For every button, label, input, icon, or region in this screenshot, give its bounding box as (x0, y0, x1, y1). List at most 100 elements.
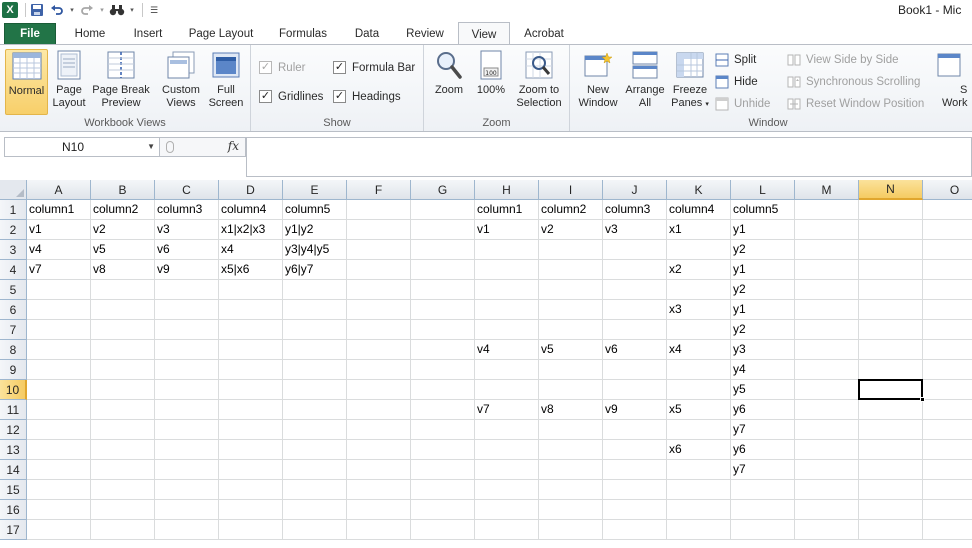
cell-l7[interactable]: y2 (731, 320, 795, 340)
tab-home[interactable]: Home (66, 23, 114, 45)
cell-m1[interactable] (795, 200, 859, 220)
column-header-o[interactable]: O (923, 180, 972, 200)
cell-n15[interactable] (859, 480, 923, 500)
cell-a13[interactable] (27, 440, 91, 460)
cell-b13[interactable] (91, 440, 155, 460)
column-header-h[interactable]: H (475, 180, 539, 200)
cell-i12[interactable] (539, 420, 603, 440)
hide-button[interactable]: Hide (715, 75, 758, 89)
cell-c1[interactable]: column3 (155, 200, 219, 220)
cell-f17[interactable] (347, 520, 411, 540)
cell-d11[interactable] (219, 400, 283, 420)
cell-n14[interactable] (859, 460, 923, 480)
cell-c14[interactable] (155, 460, 219, 480)
cell-a4[interactable]: v7 (27, 260, 91, 280)
cell-n5[interactable] (859, 280, 923, 300)
cell-i9[interactable] (539, 360, 603, 380)
cell-c9[interactable] (155, 360, 219, 380)
cell-f14[interactable] (347, 460, 411, 480)
full-screen-button[interactable]: Full Screen (206, 49, 246, 110)
cell-k13[interactable]: x6 (667, 440, 731, 460)
tab-data[interactable]: Data (344, 23, 390, 45)
cell-h15[interactable] (475, 480, 539, 500)
cell-i17[interactable] (539, 520, 603, 540)
cell-n2[interactable] (859, 220, 923, 240)
cell-a17[interactable] (27, 520, 91, 540)
cell-f15[interactable] (347, 480, 411, 500)
cell-d6[interactable] (219, 300, 283, 320)
tab-page-layout[interactable]: Page Layout (182, 23, 260, 45)
cell-f9[interactable] (347, 360, 411, 380)
cell-f2[interactable] (347, 220, 411, 240)
ruler-checkbox[interactable]: ✓ Ruler (259, 61, 305, 74)
cell-o16[interactable] (923, 500, 972, 520)
cell-k12[interactable] (667, 420, 731, 440)
cell-a14[interactable] (27, 460, 91, 480)
cell-a7[interactable] (27, 320, 91, 340)
binoculars-dropdown-icon[interactable]: ▾ (129, 2, 135, 18)
cell-l15[interactable] (731, 480, 795, 500)
cell-b17[interactable] (91, 520, 155, 540)
cell-l6[interactable]: y1 (731, 300, 795, 320)
cell-e11[interactable] (283, 400, 347, 420)
cell-h8[interactable]: v4 (475, 340, 539, 360)
cell-a12[interactable] (27, 420, 91, 440)
cell-j17[interactable] (603, 520, 667, 540)
cell-i13[interactable] (539, 440, 603, 460)
column-header-i[interactable]: I (539, 180, 603, 200)
cell-g3[interactable] (411, 240, 475, 260)
cell-n8[interactable] (859, 340, 923, 360)
cell-n12[interactable] (859, 420, 923, 440)
cell-m17[interactable] (795, 520, 859, 540)
zoom-100-button[interactable]: 100 100% (472, 49, 510, 97)
cell-d12[interactable] (219, 420, 283, 440)
cell-h16[interactable] (475, 500, 539, 520)
row-header-8[interactable]: 8 (0, 340, 27, 360)
row-header-7[interactable]: 7 (0, 320, 27, 340)
cell-l8[interactable]: y3 (731, 340, 795, 360)
cell-k8[interactable]: x4 (667, 340, 731, 360)
cell-i5[interactable] (539, 280, 603, 300)
cell-o10[interactable] (923, 380, 972, 400)
cell-b4[interactable]: v8 (91, 260, 155, 280)
page-layout-view-button[interactable]: Page Layout (50, 49, 88, 110)
cell-d13[interactable] (219, 440, 283, 460)
cell-k11[interactable]: x5 (667, 400, 731, 420)
cell-f6[interactable] (347, 300, 411, 320)
page-break-preview-button[interactable]: Page Break Preview (90, 49, 152, 110)
cell-l9[interactable]: y4 (731, 360, 795, 380)
cell-h4[interactable] (475, 260, 539, 280)
cell-c6[interactable] (155, 300, 219, 320)
cell-b8[interactable] (91, 340, 155, 360)
row-header-10[interactable]: 10 (0, 380, 27, 400)
cell-c5[interactable] (155, 280, 219, 300)
tab-formulas[interactable]: Formulas (272, 23, 334, 45)
cell-l12[interactable]: y7 (731, 420, 795, 440)
column-header-n[interactable]: N (859, 180, 923, 200)
cell-g7[interactable] (411, 320, 475, 340)
cell-g6[interactable] (411, 300, 475, 320)
cell-h6[interactable] (475, 300, 539, 320)
cell-c17[interactable] (155, 520, 219, 540)
cell-o17[interactable] (923, 520, 972, 540)
binoculars-icon[interactable] (109, 2, 125, 18)
cell-f1[interactable] (347, 200, 411, 220)
custom-views-button[interactable]: Custom Views (158, 49, 204, 110)
cell-h10[interactable] (475, 380, 539, 400)
tab-view[interactable]: View (458, 22, 510, 46)
column-header-f[interactable]: F (347, 180, 411, 200)
row-header-14[interactable]: 14 (0, 460, 27, 480)
cell-o13[interactable] (923, 440, 972, 460)
cell-b6[interactable] (91, 300, 155, 320)
cell-d16[interactable] (219, 500, 283, 520)
cell-j7[interactable] (603, 320, 667, 340)
cell-m4[interactable] (795, 260, 859, 280)
cell-o15[interactable] (923, 480, 972, 500)
cell-m16[interactable] (795, 500, 859, 520)
save-icon[interactable] (29, 2, 45, 18)
row-header-12[interactable]: 12 (0, 420, 27, 440)
cell-o3[interactable] (923, 240, 972, 260)
cell-f7[interactable] (347, 320, 411, 340)
cell-f5[interactable] (347, 280, 411, 300)
new-window-button[interactable]: New Window (576, 49, 620, 110)
